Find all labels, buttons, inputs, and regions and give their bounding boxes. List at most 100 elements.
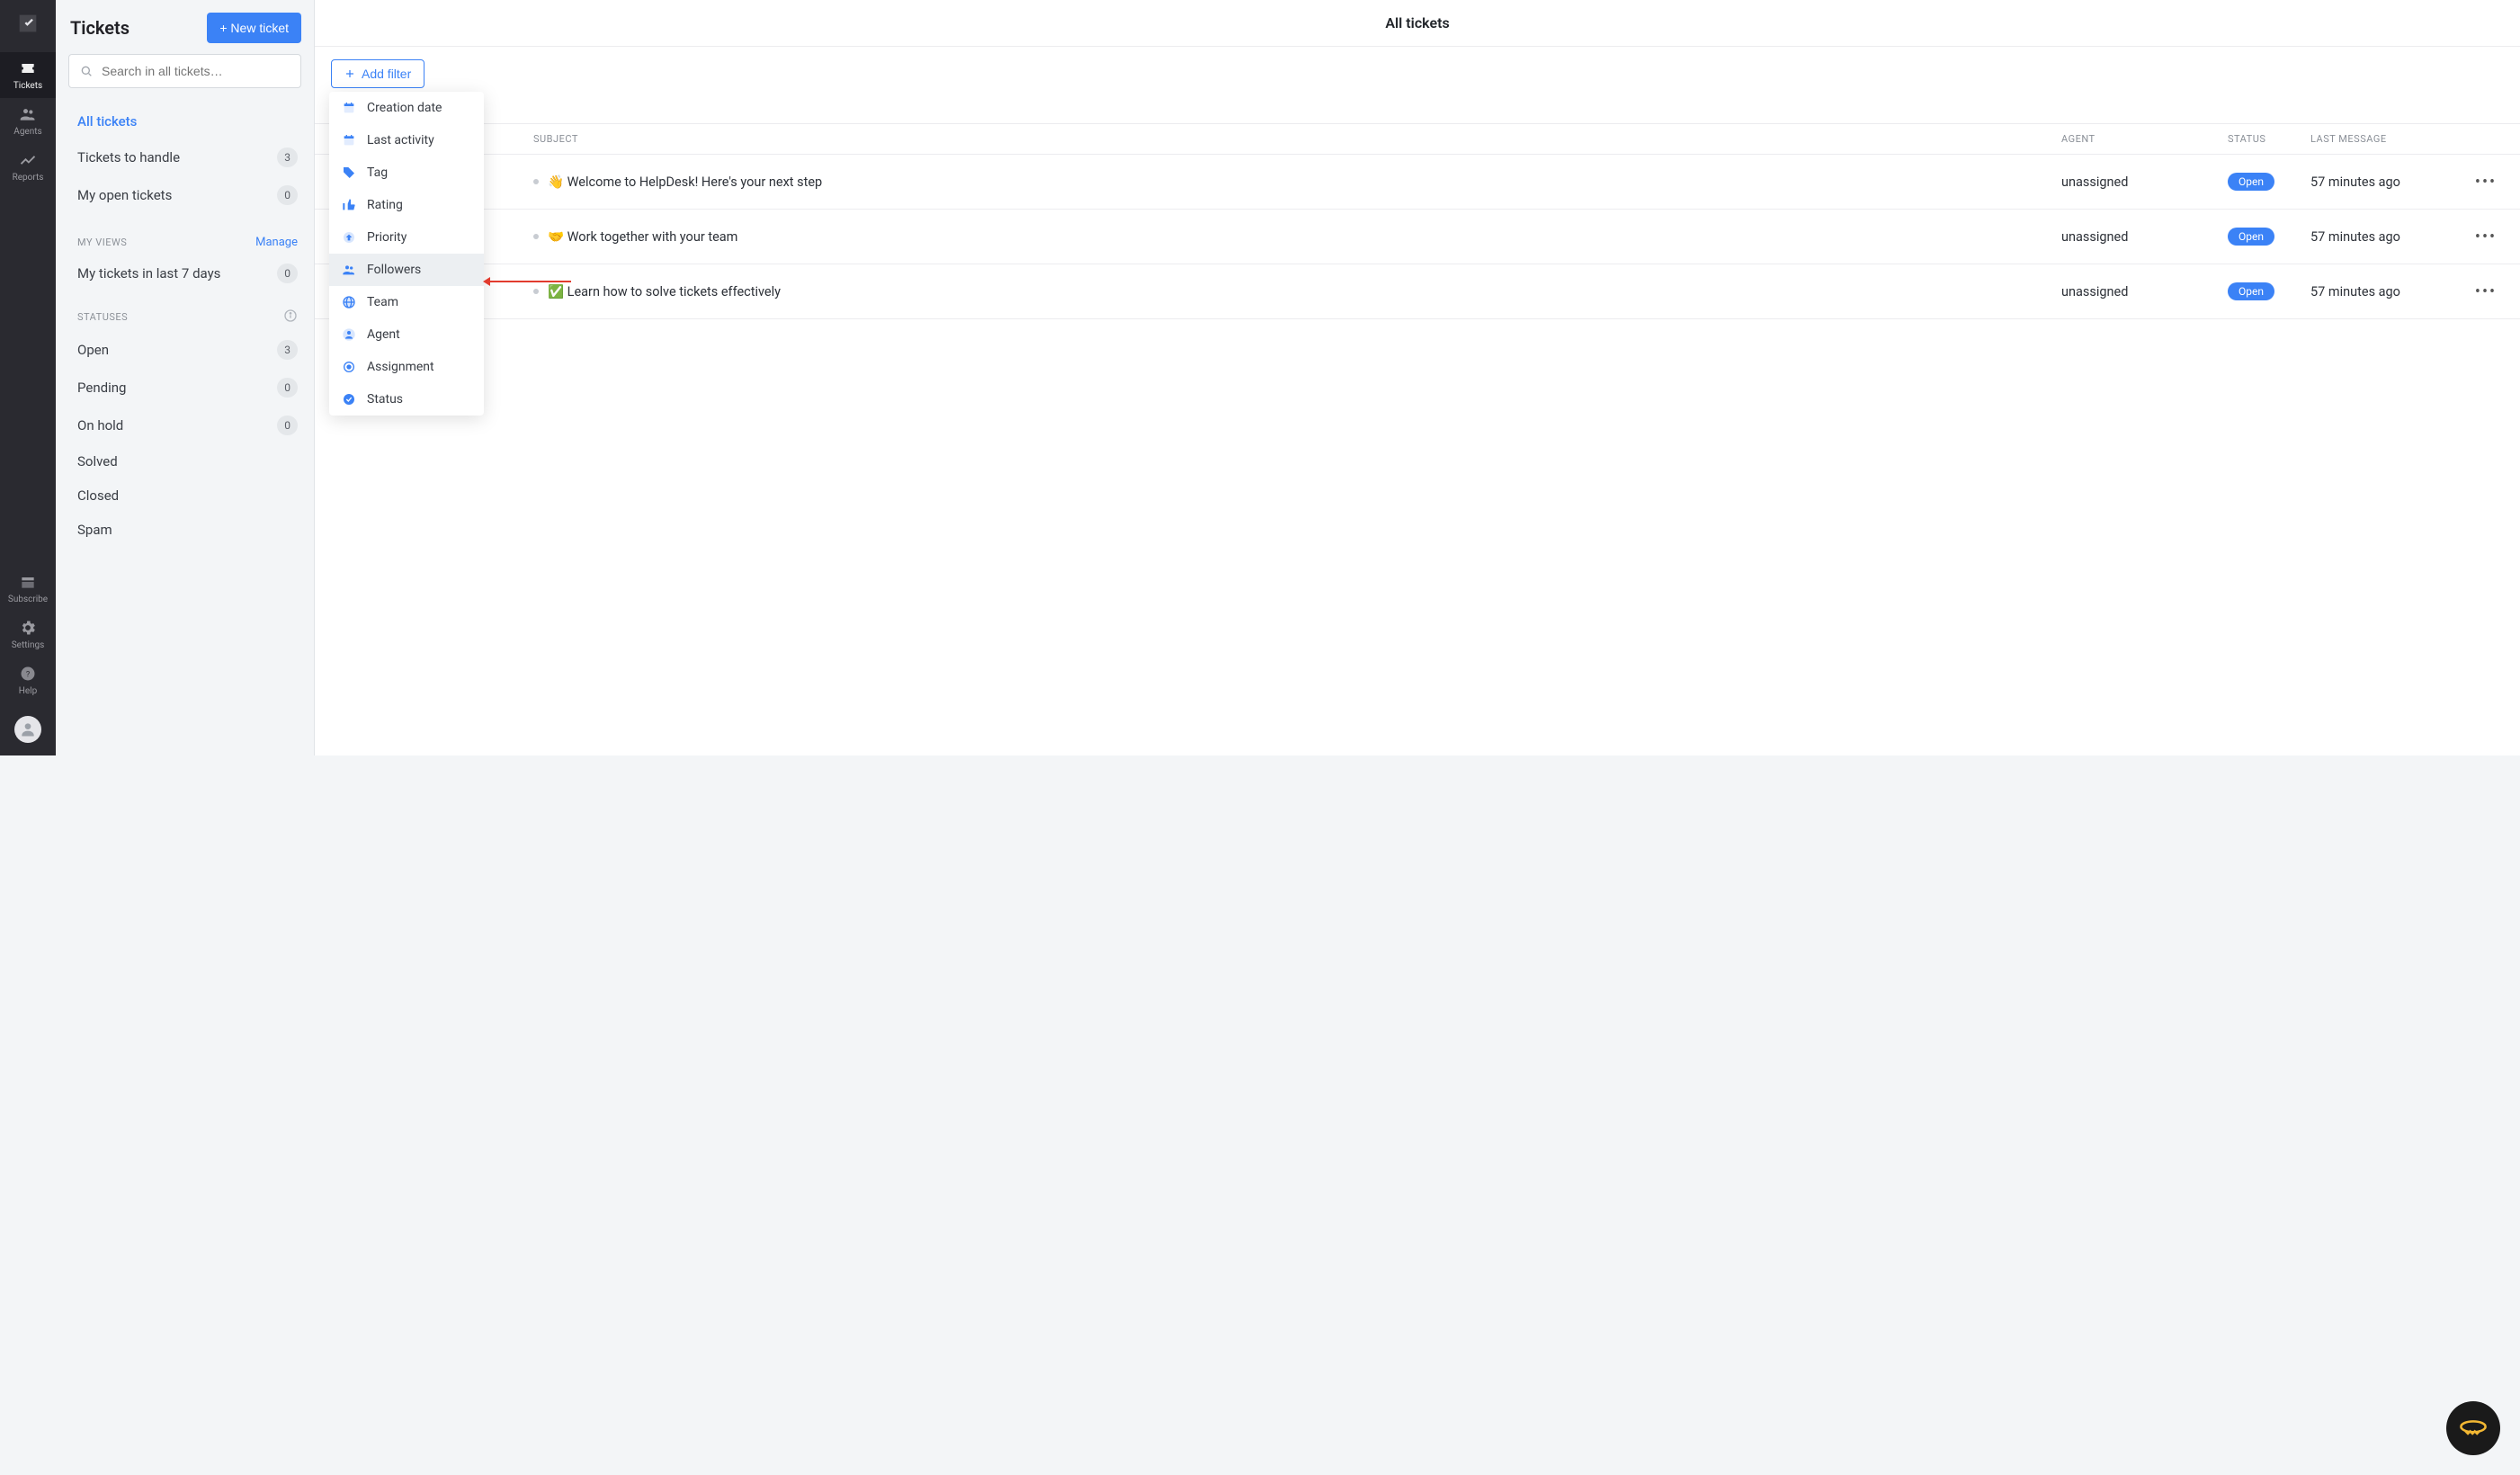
nav-rail: Tickets Agents Reports Subscribe Setting… (0, 0, 56, 755)
filter-option-last-activity[interactable]: Last activity (329, 124, 484, 156)
status-badge: Open (2228, 282, 2274, 300)
sidebar-views: All tickets Tickets to handle 3 My open … (56, 99, 314, 219)
sidebar-item-label: On hold (77, 417, 123, 434)
sidebar-status-item[interactable]: Closed (56, 478, 314, 513)
ticket-actions-button[interactable]: ••• (2468, 228, 2504, 246)
plus-icon (344, 68, 355, 79)
filter-option-label: Last activity (367, 133, 434, 148)
sidebar-item-label: Solved (77, 453, 118, 469)
status-cell: Open (2228, 228, 2310, 246)
sidebar-item-label: All tickets (77, 113, 137, 130)
annotation-arrow (486, 281, 571, 282)
nav-subscribe-label: Subscribe (8, 594, 48, 604)
col-agent: AGENT (2061, 133, 2228, 145)
sidebar-item-label: Pending (77, 380, 126, 396)
status-badge: Open (2228, 228, 2274, 246)
count-badge: 0 (277, 416, 298, 435)
unread-dot-icon (533, 289, 539, 294)
sidebar-header: Tickets + New ticket (56, 0, 314, 54)
nav-reports-label: Reports (13, 173, 44, 183)
sidebar-status-item[interactable]: Spam (56, 513, 314, 547)
ticket-count: 3 (315, 97, 2520, 123)
nav-tickets-label: Tickets (13, 81, 42, 91)
sidebar-item-label: Closed (77, 487, 119, 504)
svg-text:?: ? (26, 670, 30, 679)
count-badge: 0 (277, 378, 298, 398)
filter-option-priority[interactable]: Priority (329, 221, 484, 254)
statuses-list: Open 3 Pending 0 On hold 0 Solved Closed Spam (56, 331, 314, 547)
ticket-row[interactable]: ✅ Learn how to solve tickets effectively… (315, 264, 2520, 319)
nav-settings-label: Settings (12, 640, 45, 650)
chat-button[interactable] (2446, 1401, 2500, 1455)
status-badge: Open (2228, 173, 2274, 191)
sidebar-item-label: Open (77, 342, 109, 358)
user-avatar[interactable] (14, 716, 41, 743)
agent-cell: unassigned (2061, 284, 2228, 299)
nav-tickets[interactable]: Tickets (0, 52, 56, 98)
filter-option-label: Priority (367, 230, 407, 245)
ticket-actions-button[interactable]: ••• (2468, 173, 2504, 192)
nav-agents[interactable]: Agents (0, 98, 56, 144)
sidebar-item-label: Tickets to handle (77, 149, 180, 165)
filter-option-tag[interactable]: Tag (329, 156, 484, 189)
filter-option-agent[interactable]: Agent (329, 318, 484, 351)
sidebar-item-tickets-to-handle[interactable]: Tickets to handle 3 (56, 139, 314, 176)
filter-option-label: Followers (367, 263, 421, 277)
table-header: REQUESTER SUBJECT AGENT STATUS LAST MESS… (315, 123, 2520, 155)
add-filter-label: Add filter (362, 67, 411, 81)
add-filter-button[interactable]: Add filter (331, 59, 424, 88)
manage-link[interactable]: Manage (255, 236, 298, 249)
count-badge: 0 (277, 264, 298, 283)
sidebar-status-item[interactable]: Solved (56, 444, 314, 478)
unread-dot-icon (533, 234, 539, 239)
col-status: STATUS (2228, 133, 2310, 145)
sidebar-item-my-tickets-7-days[interactable]: My tickets in last 7 days 0 (56, 255, 314, 292)
ticket-row[interactable]: 👋 Welcome to HelpDesk! Here's your next … (315, 155, 2520, 210)
filter-bar: Add filter (315, 47, 2520, 97)
col-subject: SUBJECT (533, 133, 2061, 145)
sidebar-status-item[interactable]: On hold 0 (56, 407, 314, 444)
sidebar-status-item[interactable]: Open 3 (56, 331, 314, 369)
filter-option-label: Team (367, 295, 398, 309)
filter-option-status[interactable]: Status (329, 383, 484, 416)
filter-option-label: Creation date (367, 101, 442, 115)
ticket-row[interactable]: 🤝 Work together with your teamunassigned… (315, 210, 2520, 264)
count-badge: 3 (277, 340, 298, 360)
filter-option-assignment[interactable]: Assignment (329, 351, 484, 383)
last-message-cell: 57 minutes ago (2310, 284, 2468, 299)
sidebar-status-item[interactable]: Pending 0 (56, 369, 314, 407)
subject-cell: ✅ Learn how to solve tickets effectively (533, 284, 2061, 299)
ticket-actions-button[interactable]: ••• (2468, 282, 2504, 301)
filter-option-creation-date[interactable]: Creation date (329, 92, 484, 124)
nav-help[interactable]: ? Help (0, 657, 56, 703)
sidebar-title: Tickets (70, 17, 130, 39)
filter-option-team[interactable]: Team (329, 286, 484, 318)
subject-cell: 🤝 Work together with your team (533, 229, 2061, 245)
filter-option-label: Status (367, 392, 403, 407)
statuses-heading: STATUSES (56, 292, 314, 331)
filter-option-label: Tag (367, 165, 388, 180)
ticket-list: 👋 Welcome to HelpDesk! Here's your next … (315, 155, 2520, 319)
count-badge: 3 (277, 148, 298, 167)
info-icon[interactable] (283, 308, 298, 326)
last-message-cell: 57 minutes ago (2310, 229, 2468, 245)
nav-subscribe[interactable]: Subscribe (0, 566, 56, 612)
nav-settings[interactable]: Settings (0, 612, 56, 657)
nav-agents-label: Agents (13, 127, 41, 137)
filter-option-rating[interactable]: Rating (329, 189, 484, 221)
sidebar-item-label: My tickets in last 7 days (77, 265, 220, 282)
my-views-heading: MY VIEWS Manage (56, 219, 314, 255)
sidebar-item-all-tickets[interactable]: All tickets (56, 104, 314, 139)
filter-option-followers[interactable]: Followers (329, 254, 484, 286)
filter-option-label: Rating (367, 198, 403, 212)
sidebar-item-my-open-tickets[interactable]: My open tickets 0 (56, 176, 314, 214)
nav-reports[interactable]: Reports (0, 144, 56, 190)
new-ticket-button[interactable]: + New ticket (207, 13, 301, 43)
main-panel: All tickets Add filter 3 REQUESTER SUBJE… (315, 0, 2520, 755)
status-cell: Open (2228, 282, 2310, 300)
count-badge: 0 (277, 185, 298, 205)
last-message-cell: 57 minutes ago (2310, 174, 2468, 190)
nav-help-label: Help (19, 686, 37, 696)
search-input[interactable] (68, 54, 301, 88)
app-root: Tickets Agents Reports Subscribe Setting… (0, 0, 2520, 755)
